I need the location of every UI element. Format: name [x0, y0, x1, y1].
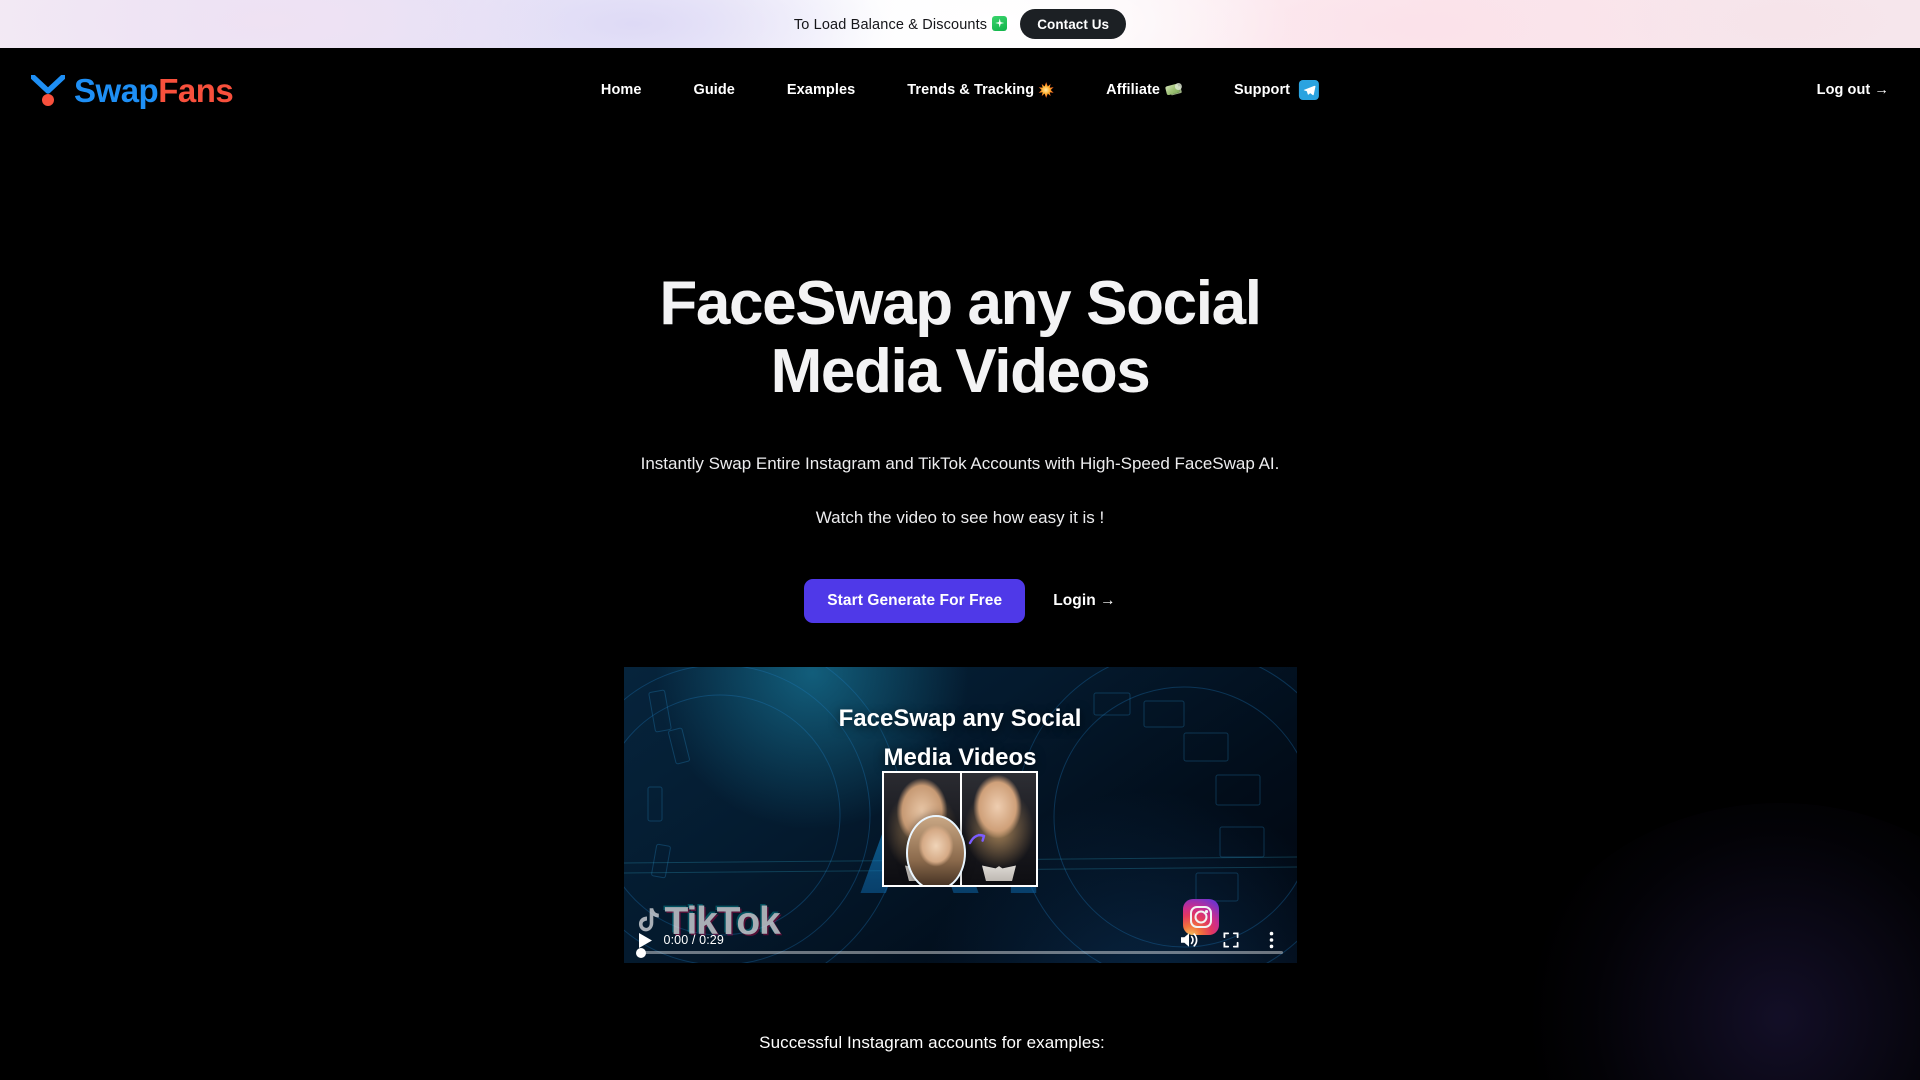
play-icon [639, 932, 652, 948]
hero-title-line-1: FaceSwap any Social [659, 269, 1262, 338]
video-progress-knob[interactable] [635, 947, 646, 958]
nav-item-affiliate[interactable]: Affiliate [1080, 74, 1208, 106]
nav-item-examples[interactable]: Examples [761, 74, 881, 106]
more-options-button[interactable] [1259, 927, 1285, 953]
nav-item-trends-tracking[interactable]: Trends & Tracking [881, 74, 1080, 106]
video-progress-bar[interactable] [635, 947, 1283, 958]
hero-title-line-2: Media Videos [770, 337, 1151, 407]
fullscreen-icon [1223, 932, 1238, 948]
volume-on-icon [1181, 933, 1198, 948]
swapfans-logo-icon [31, 72, 65, 108]
announcement-text: To Load Balance & Discounts [794, 15, 1008, 33]
start-generate-for-free-button[interactable]: Start Generate For Free [804, 579, 1026, 624]
nav-label: Home [600, 82, 642, 98]
nav-label: Guide [693, 82, 735, 98]
logout-link[interactable]: Log out → [1817, 82, 1889, 98]
source-face-thumbnail [906, 815, 966, 886]
nav-label: Support [1234, 82, 1291, 98]
brand-name: SwapFans [74, 71, 234, 109]
nav-label: Trends & Tracking [907, 82, 1035, 98]
logo-dot [42, 94, 54, 106]
hero-subtitle-secondary: Watch the video to see how easy it is ! [815, 507, 1105, 527]
nav-label: Affiliate [1106, 82, 1161, 98]
examples-note: Successful Instagram accounts for exampl… [759, 1033, 1105, 1053]
kebab-menu-icon [1269, 932, 1274, 949]
telegram-icon [1299, 80, 1320, 100]
green-sparkle-icon [992, 15, 1008, 31]
video-player[interactable]: AI FaceSwap any Social Media Videos [623, 667, 1297, 964]
faceswap-comparison [882, 771, 1038, 888]
nav-item-support[interactable]: Support [1208, 72, 1345, 108]
page-title: FaceSwap any Social Media Videos [640, 269, 1280, 407]
brand-logo[interactable]: SwapFans [31, 71, 234, 109]
site-header: SwapFans Home Guide Examples Trends & Tr… [0, 48, 1920, 132]
announcement-content: To Load Balance & Discounts Contact Us [794, 9, 1127, 39]
hero-section: FaceSwap any Social Media Videos Instant… [0, 132, 1920, 1054]
hero-subtitle: Instantly Swap Entire Instagram and TikT… [640, 454, 1280, 474]
face-after-detail [982, 865, 1016, 882]
collision-icon [1038, 82, 1054, 98]
money-wings-icon [1165, 82, 1183, 98]
cta-row: Start Generate For Free Login → [0, 579, 1920, 624]
volume-button[interactable] [1177, 927, 1203, 953]
swap-arrow-icon [968, 834, 986, 845]
video-controls-right [1177, 927, 1285, 953]
video-controls: 0:00 / 0:29 [624, 917, 1297, 963]
face-after [960, 773, 1036, 886]
nav-label: Examples [786, 82, 856, 98]
contact-us-button[interactable]: Contact Us [1020, 9, 1127, 39]
fullscreen-button[interactable] [1218, 927, 1244, 953]
main-navigation: Home Guide Examples Trends & Tracking Af… [575, 72, 1345, 108]
login-link[interactable]: Login → [1053, 592, 1116, 610]
nav-item-home[interactable]: Home [575, 74, 668, 106]
announcement-bar: To Load Balance & Discounts Contact Us [0, 0, 1920, 48]
nav-item-guide[interactable]: Guide [667, 74, 760, 106]
video-time-display: 0:00 / 0:29 [663, 933, 724, 948]
